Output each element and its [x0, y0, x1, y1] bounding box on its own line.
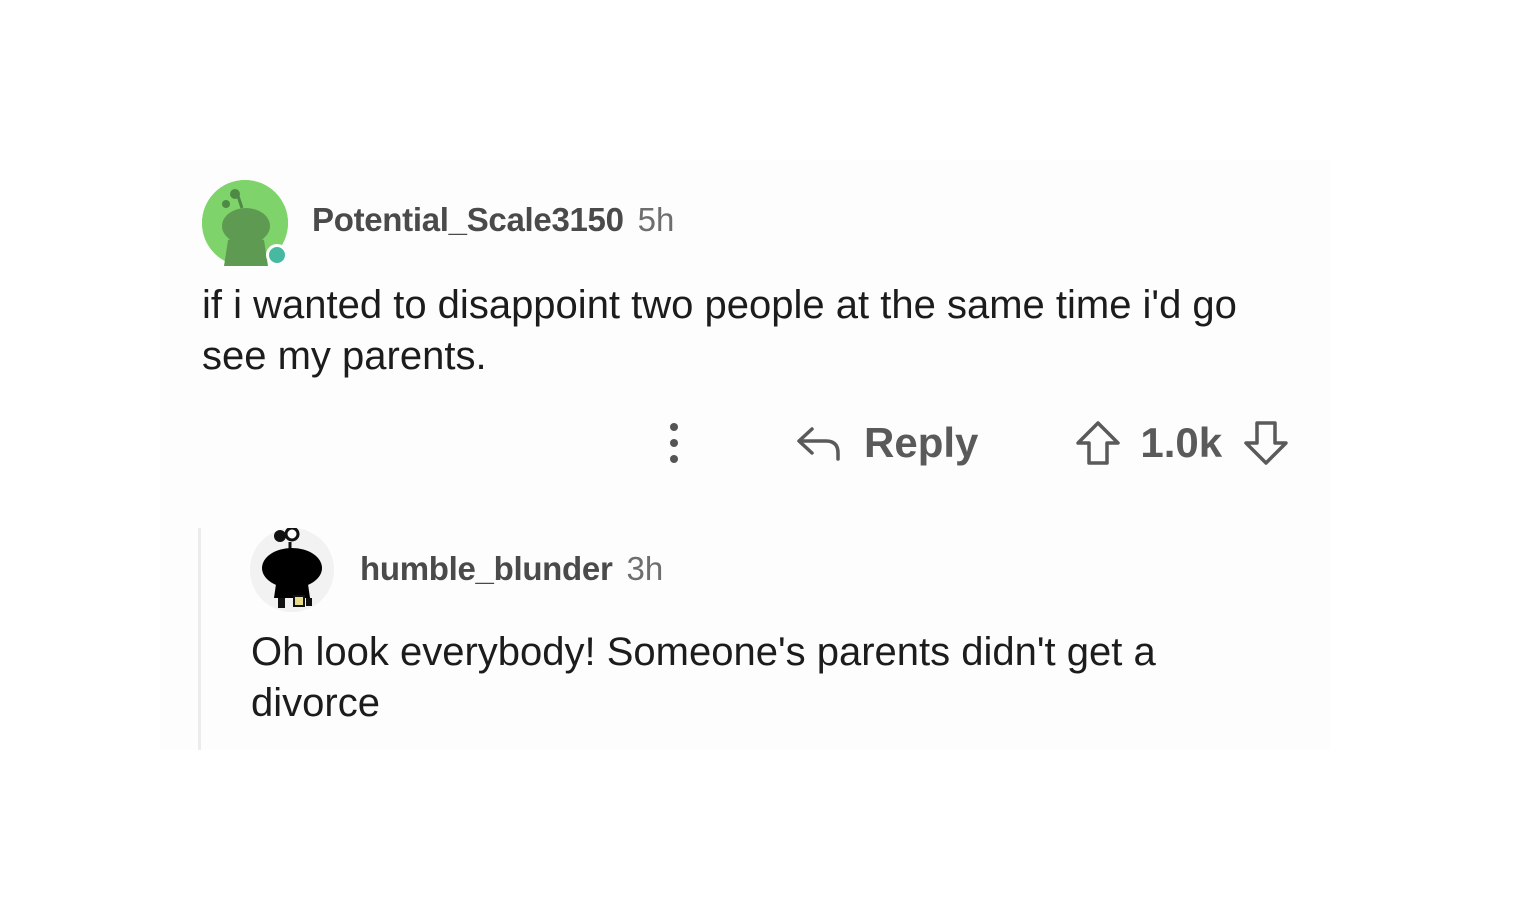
online-status-dot	[266, 244, 288, 266]
downvote-button[interactable]	[1242, 419, 1290, 467]
username[interactable]: humble_blunder	[360, 550, 613, 588]
comment-header: humble_blunder 3h	[360, 550, 663, 588]
username[interactable]: Potential_Scale3150	[312, 201, 624, 239]
avatar[interactable]	[202, 180, 288, 266]
timestamp: 5h	[637, 201, 675, 238]
comment-header: Potential_Scale3150 5h	[312, 201, 674, 239]
vote-count: 1.0k	[1140, 419, 1223, 466]
reply-arrow-icon	[797, 427, 840, 461]
reply-button[interactable]: Reply	[794, 419, 978, 467]
timestamp: 3h	[626, 550, 664, 587]
downvote-arrow-icon	[1244, 421, 1288, 465]
more-options-button[interactable]	[660, 418, 688, 468]
avatar[interactable]	[250, 526, 334, 612]
reply-label: Reply	[864, 419, 979, 466]
thread-line[interactable]	[198, 528, 201, 750]
comment-body: Oh look everybody! Someone's parents did…	[251, 630, 1156, 725]
upvote-arrow-icon	[1076, 421, 1121, 465]
comment-body: if i wanted to disappoint two people at …	[202, 283, 1237, 378]
upvote-button[interactable]	[1074, 419, 1122, 467]
snoo-avatar-black-icon	[250, 526, 334, 612]
more-vertical-icon	[670, 423, 678, 463]
comment-actions: Reply 1.0k	[660, 418, 1290, 468]
